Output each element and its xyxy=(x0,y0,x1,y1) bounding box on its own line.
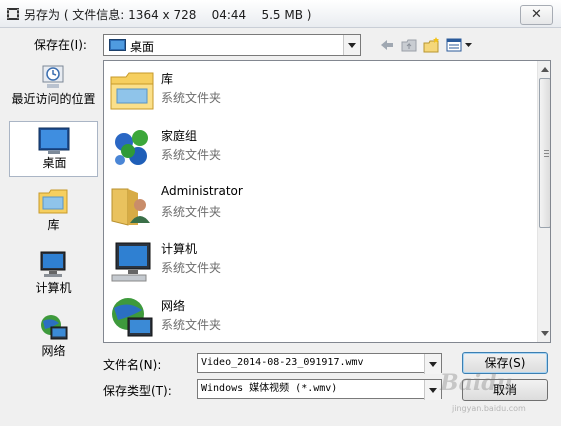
place-label: 网络 xyxy=(41,344,66,358)
file-name: 网络 xyxy=(161,299,186,313)
cancel-button[interactable]: 取消 xyxy=(462,379,548,401)
vertical-scrollbar[interactable] xyxy=(537,61,550,342)
places-bar: 最近访问的位置 桌面 库 计算机 网络 xyxy=(9,60,98,370)
save-in-value: 桌面 xyxy=(130,40,155,54)
computer-icon xyxy=(111,242,151,282)
place-label: 计算机 xyxy=(35,281,72,295)
title-bar: 另存为 ( 文件信息: 1364 x 728 04:44 5.5 MB ) ✕ xyxy=(0,0,561,28)
file-type: 系统文件夹 xyxy=(161,205,222,219)
place-desktop[interactable]: 桌面 xyxy=(9,121,98,177)
up-folder-icon[interactable] xyxy=(400,36,418,54)
place-library[interactable]: 库 xyxy=(9,184,98,234)
filename-label: 文件名(N): xyxy=(103,358,162,372)
file-type: 系统文件夹 xyxy=(161,148,222,162)
scroll-down-icon[interactable] xyxy=(541,331,549,336)
save-in-combobox[interactable]: 桌面 xyxy=(103,34,361,56)
library-folder-icon xyxy=(110,72,154,110)
grip-line xyxy=(544,153,549,154)
window-title: 另存为 ( 文件信息: 1364 x 728 04:44 5.5 MB ) xyxy=(24,8,312,22)
place-recent[interactable]: 最近访问的位置 xyxy=(9,60,98,120)
desktop-icon xyxy=(109,39,126,51)
chevron-down-icon[interactable] xyxy=(424,380,441,400)
list-item[interactable]: 网络 系统文件夹 xyxy=(104,288,529,342)
place-label: 桌面 xyxy=(42,156,67,170)
scroll-thumb[interactable] xyxy=(539,78,550,228)
place-label: 库 xyxy=(47,218,60,232)
file-type: 系统文件夹 xyxy=(161,318,222,332)
user-folder-icon xyxy=(111,188,150,226)
file-name: 计算机 xyxy=(161,242,198,256)
homegroup-icon xyxy=(115,130,148,165)
chevron-down-icon[interactable] xyxy=(424,354,441,374)
place-computer[interactable]: 计算机 xyxy=(9,247,98,297)
grip-line xyxy=(544,156,549,157)
filetype-label: 保存类型(T): xyxy=(103,384,172,398)
network-icon xyxy=(41,315,68,340)
back-arrow-icon[interactable] xyxy=(378,36,396,54)
desktop-icon xyxy=(38,127,70,154)
save-in-label: 保存在(I): xyxy=(34,38,87,52)
list-item[interactable]: Administrator 系统文件夹 xyxy=(104,175,529,231)
list-item[interactable]: 库 系统文件夹 xyxy=(104,61,529,117)
chevron-down-icon[interactable] xyxy=(343,35,360,55)
list-item[interactable]: 家庭组 系统文件夹 xyxy=(104,118,529,174)
close-icon: ✕ xyxy=(531,7,542,22)
computer-icon xyxy=(40,251,66,277)
recent-places-icon xyxy=(42,65,64,88)
film-icon xyxy=(7,8,19,20)
library-icon xyxy=(38,189,68,214)
grip-line xyxy=(544,150,549,151)
list-item[interactable]: 计算机 系统文件夹 xyxy=(104,231,529,287)
save-button[interactable]: 保存(S) xyxy=(462,352,548,374)
filetype-value: Windows 媒体视频 (*.wmv) xyxy=(201,383,338,394)
view-menu-icon[interactable] xyxy=(446,36,474,54)
file-type: 系统文件夹 xyxy=(161,91,222,105)
file-list[interactable]: 库 系统文件夹 家庭组 系统文件夹 Administrator 系统文件夹 计算… xyxy=(103,60,551,343)
watermark-sub: jingyan.baidu.com xyxy=(452,404,526,413)
scroll-up-icon[interactable] xyxy=(541,67,549,72)
place-label: 最近访问的位置 xyxy=(11,92,96,106)
filetype-select[interactable]: Windows 媒体视频 (*.wmv) xyxy=(197,379,442,400)
save-as-dialog: 另存为 ( 文件信息: 1364 x 728 04:44 5.5 MB ) ✕ … xyxy=(0,0,561,426)
filename-field[interactable]: Video_2014-08-23_091917.wmv xyxy=(197,353,442,374)
new-folder-icon[interactable] xyxy=(423,36,441,54)
file-name: Administrator xyxy=(161,184,243,198)
file-type: 系统文件夹 xyxy=(161,261,222,275)
network-icon xyxy=(112,298,153,337)
file-name: 库 xyxy=(161,72,174,86)
filename-value: Video_2014-08-23_091917.wmv xyxy=(201,357,364,368)
place-network[interactable]: 网络 xyxy=(9,310,98,360)
file-name: 家庭组 xyxy=(161,129,198,143)
close-button[interactable]: ✕ xyxy=(520,5,553,25)
